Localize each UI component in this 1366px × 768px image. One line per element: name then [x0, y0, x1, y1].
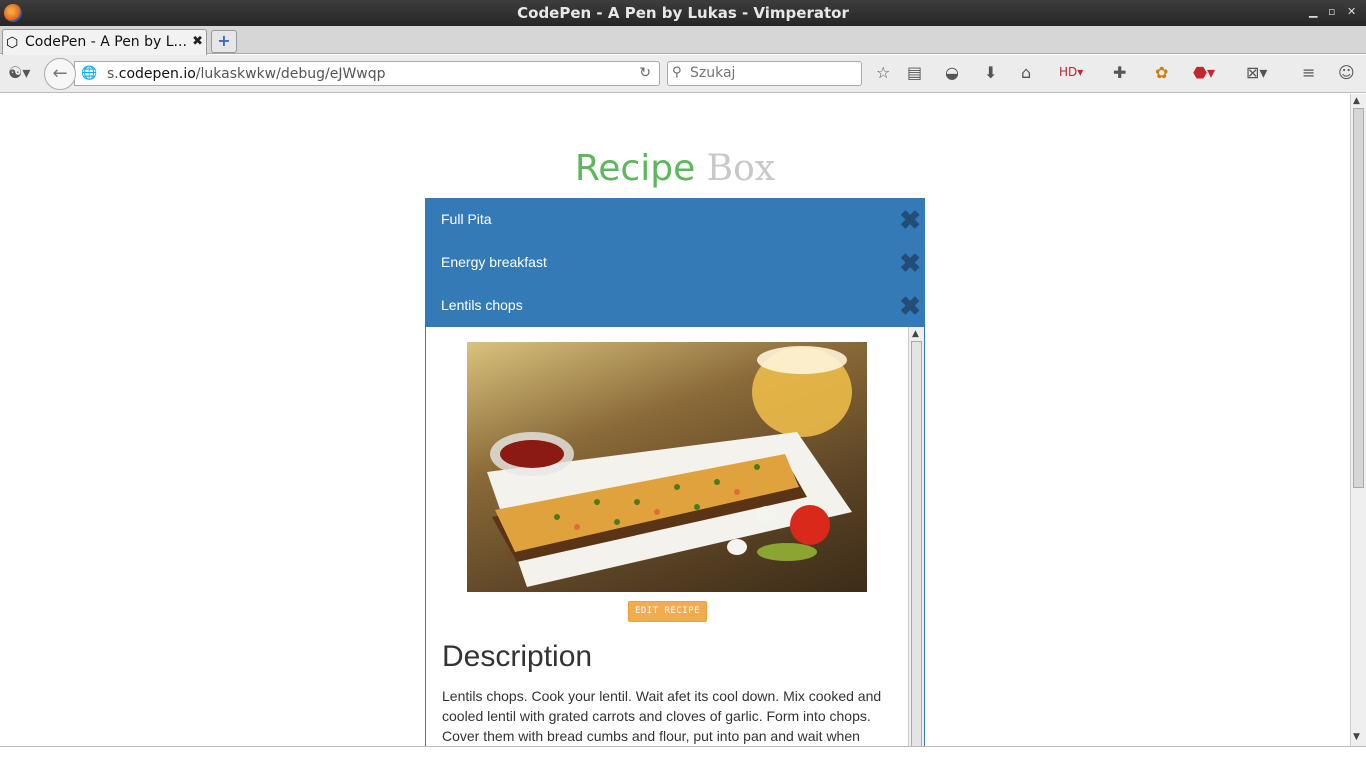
- vimperator-menu-icon[interactable]: ☯▾: [8, 63, 30, 82]
- search-bar[interactable]: ⚲: [667, 61, 862, 86]
- menu-hamburger-icon[interactable]: ≡: [1302, 63, 1315, 82]
- home-icon[interactable]: ⌂: [1021, 63, 1031, 82]
- reading-list-icon[interactable]: ▤: [907, 63, 922, 82]
- recipe-accordion: Full Pita ✖ Energy breakfast ✖ Lentils c…: [425, 198, 925, 746]
- search-input[interactable]: [690, 65, 855, 81]
- title-box: Box: [706, 148, 776, 189]
- feedback-smiley-icon[interactable]: ☺: [1338, 63, 1355, 82]
- delete-recipe-icon[interactable]: ✖: [899, 248, 921, 279]
- description-heading: Description: [442, 640, 593, 673]
- maximize-icon[interactable]: ▫: [1328, 5, 1335, 18]
- vimperator-command-line[interactable]: [0, 746, 1366, 768]
- noscript-icon[interactable]: ⊠▾: [1246, 63, 1267, 82]
- tab-strip: ⬡ CodePen - A Pen by L... ✖ +: [0, 26, 1366, 55]
- new-tab-button[interactable]: +: [211, 30, 237, 53]
- recipe-label: Energy breakfast: [441, 254, 547, 270]
- extension-tool-icon[interactable]: ✿: [1155, 63, 1168, 82]
- scroll-down-icon[interactable]: ▼: [1353, 732, 1360, 742]
- search-icon: ⚲: [672, 65, 682, 80]
- bookmark-star-icon[interactable]: ☆: [876, 63, 890, 82]
- navigation-toolbar: ☯▾ 🌐 s.codepen.io/lukaskwkw/debug/eJWwqp…: [0, 55, 1366, 93]
- url-bar[interactable]: 🌐 s.codepen.io/lukaskwkw/debug/eJWwqp ↻: [74, 61, 660, 86]
- codepen-icon: ⬡: [6, 35, 19, 51]
- extension-puzzle-icon[interactable]: ✚: [1113, 63, 1126, 82]
- download-icon[interactable]: ⬇: [984, 63, 997, 82]
- url-text: s.codepen.io/lukaskwkw/debug/eJWwqp: [107, 66, 386, 82]
- tab-codepen[interactable]: ⬡ CodePen - A Pen by L... ✖: [2, 29, 207, 55]
- title-recipe: Recipe: [574, 148, 696, 189]
- page-viewport: Recipe Box Full Pita ✖ Energy breakfast …: [0, 94, 1350, 746]
- window-titlebar: CodePen - A Pen by Lukas - Vimperator ▁ …: [0, 0, 1366, 26]
- delete-recipe-icon[interactable]: ✖: [899, 291, 921, 322]
- close-tab-icon[interactable]: ✖: [192, 34, 203, 49]
- recipe-item-energy-breakfast[interactable]: Energy breakfast ✖: [425, 241, 925, 284]
- adblock-icon[interactable]: ⬣▾: [1193, 63, 1215, 82]
- pocket-icon[interactable]: ◒: [945, 63, 959, 82]
- page-scroll-thumb[interactable]: [1353, 108, 1364, 488]
- minimize-icon[interactable]: ▁: [1309, 5, 1317, 18]
- hd-extension-icon[interactable]: HD▾: [1059, 65, 1083, 79]
- reload-icon[interactable]: ↻: [639, 65, 651, 81]
- description-text: Lentils chops. Cook your lentil. Wait af…: [442, 688, 882, 744]
- close-window-icon[interactable]: ✕: [1347, 5, 1356, 18]
- globe-icon: 🌐: [81, 66, 98, 81]
- back-button[interactable]: ←: [44, 58, 76, 90]
- page-scrollbar[interactable]: ▲ ▼: [1350, 94, 1366, 746]
- recipe-item-full-pita[interactable]: Full Pita ✖: [425, 198, 925, 241]
- panel-scrollbar[interactable]: ▲: [908, 327, 924, 746]
- delete-recipe-icon[interactable]: ✖: [899, 205, 921, 236]
- recipe-item-lentils-chops[interactable]: Lentils chops ✖: [425, 284, 925, 327]
- recipe-detail-panel: EDIT RECIPE Description Lentils chops. C…: [425, 327, 925, 746]
- recipe-label: Lentils chops: [441, 297, 523, 313]
- edit-recipe-button[interactable]: EDIT RECIPE: [628, 601, 707, 622]
- window-title: CodePen - A Pen by Lukas - Vimperator: [517, 4, 849, 22]
- scroll-up-icon[interactable]: ▲: [912, 329, 919, 339]
- page-title: Recipe Box: [0, 148, 1350, 189]
- recipe-photo: [467, 342, 867, 592]
- recipe-label: Full Pita: [441, 211, 492, 227]
- tab-label: CodePen - A Pen by L...: [25, 34, 187, 50]
- scroll-up-icon[interactable]: ▲: [1353, 96, 1360, 106]
- panel-scroll-thumb[interactable]: [911, 341, 922, 746]
